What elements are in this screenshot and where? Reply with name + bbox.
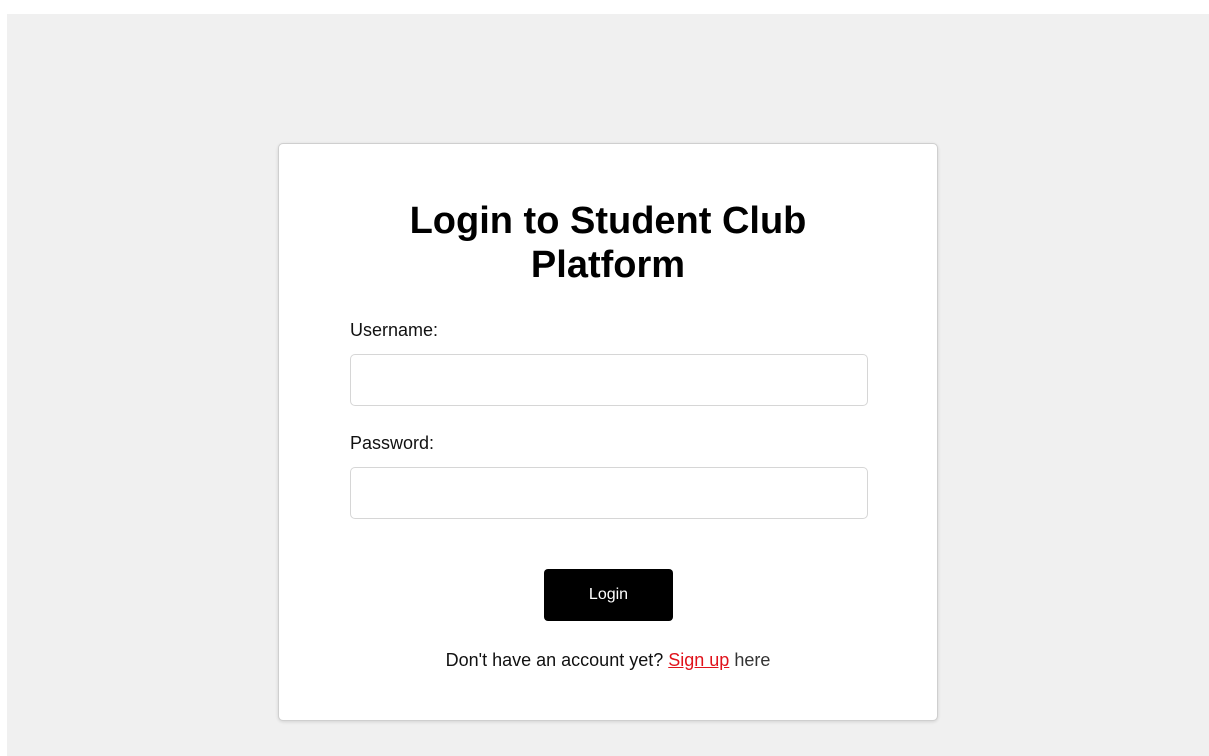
- signup-prompt: Don't have an account yet? Sign up here: [279, 649, 937, 671]
- page-title: Login to Student Club Platform: [409, 200, 807, 286]
- signup-suffix-text: here: [734, 650, 771, 670]
- login-card: Login to Student Club Platform Username:…: [278, 143, 938, 721]
- username-input[interactable]: [350, 354, 868, 406]
- password-label: Password:: [350, 433, 435, 453]
- signup-prompt-text: Don't have an account yet?: [445, 650, 664, 670]
- password-input[interactable]: [350, 467, 868, 519]
- login-button[interactable]: Login: [544, 569, 673, 621]
- page-background: Login to Student Club Platform Username:…: [7, 14, 1209, 756]
- signup-link[interactable]: Sign up: [668, 650, 729, 670]
- username-label: Username:: [350, 320, 439, 340]
